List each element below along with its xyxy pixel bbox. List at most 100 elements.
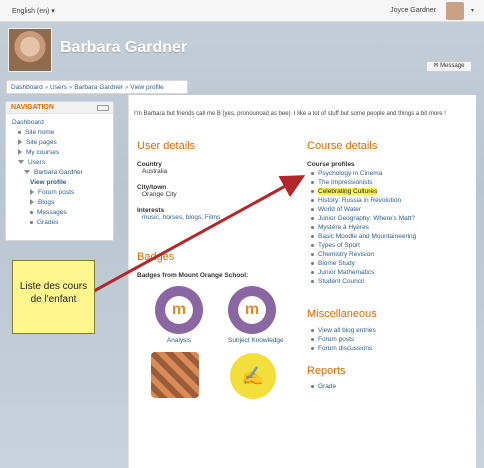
city-value: Orange City: [142, 191, 177, 198]
profile-description: I'm Barbara but friends call me B (yes, …: [134, 111, 446, 117]
sidebar-item-label: Barbara Gardner: [34, 169, 83, 176]
badge-study-icon: ✍: [230, 353, 276, 399]
course-item-label: Celebrating Cultures: [318, 188, 378, 195]
bullet-icon: [311, 216, 314, 220]
badge-subject-knowledge-icon: m: [228, 286, 276, 334]
language-menu[interactable]: English (en) ▾: [12, 7, 55, 15]
sidebar-item-dashboard[interactable]: Dashboard: [12, 118, 107, 128]
interests-label: Interests: [137, 207, 165, 214]
breadcrumb: Dashboard » Users » Barbara Gardner » Vi…: [6, 80, 188, 94]
report-item-grade[interactable]: Grade: [311, 382, 467, 391]
reports-list: Grade: [307, 382, 467, 391]
course-item[interactable]: Junior Mathematics: [311, 268, 472, 277]
bullet-icon: [30, 220, 33, 224]
bullet-icon: [18, 130, 21, 134]
miscellaneous-section: Miscellaneous View all blog entries Foru…: [307, 308, 467, 353]
chevron-right-icon: [18, 139, 22, 146]
sidebar-item-label: My courses: [26, 149, 60, 156]
course-item-label: Biome Study: [318, 260, 355, 267]
sidebar-item-label: View profile: [30, 179, 67, 186]
course-item[interactable]: Psychology in Cinema: [311, 169, 472, 178]
misc-item[interactable]: Forum posts: [311, 335, 467, 344]
bullet-icon: [311, 180, 314, 184]
misc-list: View all blog entries Forum posts Forum …: [307, 326, 467, 353]
city-label: City/town: [137, 184, 167, 191]
course-item-label: The Impressionists: [318, 179, 373, 186]
badge-analysis-label: Analysis: [166, 337, 192, 344]
annotation-note: Liste des cours de l'enfant: [12, 260, 95, 334]
sidebar-item-messages[interactable]: Messages: [12, 208, 107, 218]
course-item-label: Psychology in Cinema: [318, 170, 383, 177]
course-item-label: Junior Geography: Where's Matt?: [318, 215, 415, 222]
message-button[interactable]: ✉ Message: [426, 61, 472, 72]
course-item-label: World of Water: [318, 206, 361, 213]
sidebar-item-label: Blogs: [38, 199, 55, 206]
badge-cultures-icon: [151, 352, 199, 398]
badge-cultures[interactable]: [151, 352, 199, 398]
country-label: Country: [137, 161, 162, 168]
sidebar-item-label: Forum posts: [38, 189, 75, 196]
user-avatar-icon[interactable]: [446, 2, 464, 20]
course-item-label: History: Russia in Revolution: [318, 197, 402, 204]
course-item[interactable]: World of Water: [311, 205, 472, 214]
sidebar-item-site-home[interactable]: Site home: [12, 128, 107, 138]
breadcrumb-view-profile[interactable]: View profile: [130, 84, 163, 91]
sidebar-item-view-profile[interactable]: View profile: [12, 178, 107, 188]
bullet-icon: [311, 234, 314, 238]
sidebar-item-users[interactable]: Users: [12, 158, 107, 168]
sidebar-item-site-pages[interactable]: Site pages: [12, 138, 107, 148]
breadcrumb-users[interactable]: Users: [50, 84, 67, 91]
bullet-icon: [311, 225, 314, 229]
course-item[interactable]: Mystère à Hyères: [311, 223, 472, 232]
sidebar-item-my-courses[interactable]: My courses: [12, 148, 107, 158]
bullet-icon: [311, 270, 314, 274]
top-bar: English (en) ▾ Joyce Gardner ▾: [0, 0, 484, 22]
course-item[interactable]: Celebrating Cultures: [311, 187, 472, 196]
course-item-label: Student Council: [318, 278, 364, 285]
sidebar-item-blogs[interactable]: Blogs: [12, 198, 107, 208]
badge-analysis[interactable]: m Analysis: [155, 286, 203, 344]
sidebar-item-label: Users: [28, 159, 45, 166]
course-item-label: Chemistry Revision: [318, 251, 374, 258]
badge-study[interactable]: ✍: [230, 353, 276, 399]
navigation-block: NAVIGATION Dashboard Site home Site pages M…: [5, 101, 114, 241]
sidebar-item-label: Site pages: [26, 139, 57, 146]
bullet-icon: [30, 210, 33, 214]
misc-item[interactable]: View all blog entries: [311, 326, 467, 335]
user-name[interactable]: Joyce Gardner: [390, 7, 436, 14]
course-item[interactable]: History: Russia in Revolution: [311, 196, 472, 205]
misc-item[interactable]: Forum discussions: [311, 344, 467, 353]
course-item[interactable]: Chemistry Revision: [311, 250, 472, 259]
badges-subtitle: Badges from Mount Orange School:: [137, 272, 249, 279]
breadcrumb-dashboard[interactable]: Dashboard: [11, 84, 43, 91]
annotation-text: Liste des cours de l'enfant: [19, 281, 88, 305]
badge-subject-knowledge[interactable]: m Subject Knowledge: [228, 286, 284, 344]
interests-value[interactable]: music, horses, blogs, Films: [137, 214, 287, 221]
badge-analysis-icon: m: [155, 286, 203, 334]
course-item-label: Junior Mathematics: [318, 269, 375, 276]
chevron-down-icon[interactable]: ▾: [471, 7, 474, 14]
sidebar-item-forum-posts[interactable]: Forum posts: [12, 188, 107, 198]
bullet-icon: [311, 252, 314, 256]
breadcrumb-user[interactable]: Barbara Gardner: [74, 84, 123, 91]
course-item[interactable]: Basic Moodle and Mountaineering: [311, 232, 472, 241]
chevron-down-icon: [18, 160, 24, 165]
chevron-right-icon: [30, 189, 34, 196]
course-item-label: Types of Sport: [318, 242, 360, 249]
course-item[interactable]: Junior Geography: Where's Matt?: [311, 214, 472, 223]
sidebar-item-barbara-gardner[interactable]: Barbara Gardner: [12, 168, 107, 178]
block-actions-icon[interactable]: [97, 105, 109, 111]
course-item-label: Mystère à Hyères: [318, 224, 369, 231]
course-item[interactable]: Types of Sport: [311, 241, 472, 250]
profile-header: Barbara Gardner: [0, 22, 484, 78]
course-item[interactable]: Biome Study: [311, 259, 472, 268]
course-profiles-label: Course profiles: [307, 161, 355, 168]
sidebar-item-grades[interactable]: Grades: [12, 218, 107, 228]
course-item[interactable]: The Impressionists: [311, 178, 472, 187]
sidebar-item-label: Dashboard: [12, 119, 44, 126]
course-details-section: Course details Course profiles Psycholog…: [307, 140, 472, 286]
course-item[interactable]: Student Council: [311, 277, 472, 286]
main-content: I'm Barbara but friends call me B (yes, …: [128, 95, 476, 468]
navigation-list: Dashboard Site home Site pages My courses Us…: [6, 114, 113, 232]
reports-section: Reports Grade: [307, 365, 467, 391]
